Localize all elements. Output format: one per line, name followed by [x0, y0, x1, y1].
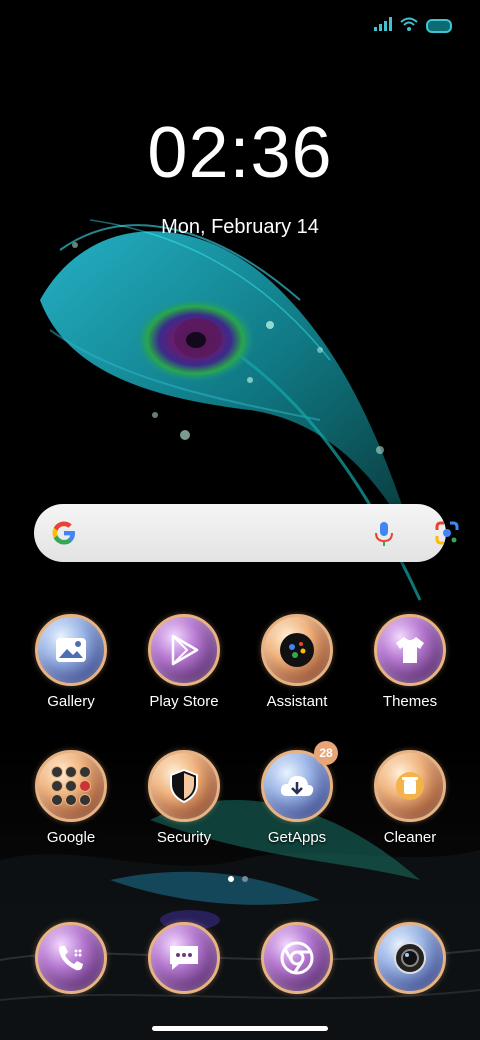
chrome-icon	[261, 922, 333, 994]
google-lens-icon[interactable]	[434, 520, 460, 551]
app-label: Google	[46, 829, 96, 846]
app-google-folder[interactable]: Google	[15, 750, 127, 846]
dock-chrome[interactable]	[241, 922, 353, 994]
status-bar	[374, 14, 452, 38]
security-shield-icon	[148, 750, 220, 822]
home-gesture-bar[interactable]	[152, 1026, 328, 1031]
clock-date[interactable]: Mon, February 14	[0, 216, 480, 239]
google-g-icon	[50, 519, 78, 552]
google-search-bar[interactable]	[34, 504, 459, 562]
play-store-icon	[148, 614, 220, 686]
app-getapps[interactable]: 28 GetApps	[241, 741, 353, 846]
app-label: Play Store	[149, 693, 219, 710]
app-security[interactable]: Security	[128, 750, 240, 846]
themes-shirt-icon	[374, 614, 446, 686]
getapps-download-icon: 28	[261, 741, 338, 822]
app-label: GetApps	[267, 829, 327, 846]
app-cleaner[interactable]: Cleaner	[354, 750, 466, 846]
app-label: Themes	[382, 693, 438, 710]
messages-icon	[148, 922, 220, 994]
phone-icon	[35, 922, 107, 994]
app-assistant[interactable]: Assistant	[241, 614, 353, 710]
app-label: Security	[156, 829, 212, 846]
app-themes[interactable]: Themes	[354, 614, 466, 710]
camera-icon	[374, 922, 446, 994]
app-label: Assistant	[266, 693, 328, 710]
microphone-icon[interactable]	[374, 521, 394, 552]
assistant-icon	[261, 614, 333, 686]
dock-phone[interactable]	[15, 922, 127, 994]
page-dot-2[interactable]	[242, 876, 248, 882]
battery-icon	[426, 19, 452, 33]
dock-camera[interactable]	[354, 922, 466, 994]
app-play-store[interactable]: Play Store	[128, 614, 240, 710]
app-label: Cleaner	[383, 829, 437, 846]
google-folder-icon	[35, 750, 107, 822]
signal-icon	[374, 16, 392, 36]
page-dot-1[interactable]	[228, 876, 234, 882]
clock-time[interactable]: 02:36	[0, 112, 480, 194]
cleaner-trash-icon	[374, 750, 446, 822]
wifi-icon	[400, 17, 418, 36]
notification-badge: 28	[314, 741, 338, 765]
app-gallery[interactable]: Gallery	[15, 614, 127, 710]
page-indicator	[228, 876, 248, 882]
dock-messages[interactable]	[128, 922, 240, 994]
gallery-icon	[35, 614, 107, 686]
app-label: Gallery	[47, 693, 95, 710]
